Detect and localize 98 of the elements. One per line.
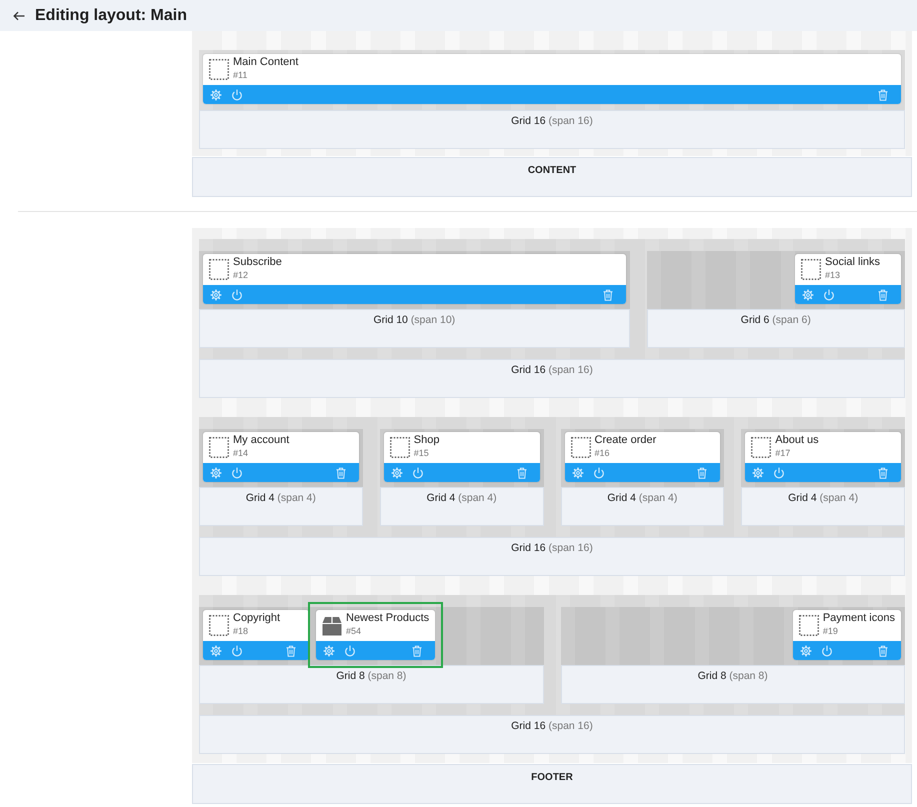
block-card[interactable]: Copyright #18: [203, 610, 309, 660]
dotted-square-icon: [209, 615, 229, 636]
block-card[interactable]: Main Content #11: [203, 54, 901, 104]
block-name: My account: [233, 434, 290, 447]
grid-span: (span 8): [729, 670, 768, 682]
trash-icon[interactable]: [877, 88, 889, 100]
settings-icon[interactable]: [210, 466, 222, 478]
dotted-square-icon: [798, 615, 819, 636]
dotted-square-icon: [801, 259, 821, 280]
trash-icon[interactable]: [877, 288, 889, 300]
block-number: #16: [594, 447, 610, 459]
settings-icon[interactable]: [210, 644, 222, 656]
grid-span: (span 8): [368, 670, 406, 682]
block-number: #15: [414, 447, 429, 459]
block-name: Main Content: [233, 56, 298, 69]
block-name: Subscribe: [233, 256, 282, 269]
power-icon[interactable]: [823, 288, 835, 300]
section-title: FOOTER: [531, 772, 573, 783]
block-card[interactable]: Newest Products #54: [316, 610, 436, 660]
grid-span: (span 16): [548, 115, 593, 127]
box-icon: [322, 615, 342, 636]
dotted-square-icon: [209, 59, 229, 80]
power-icon[interactable]: [231, 466, 243, 478]
power-icon[interactable]: [344, 644, 356, 656]
settings-icon[interactable]: [210, 288, 222, 300]
grid-name: Grid 16: [511, 115, 546, 127]
grid-span: (span 6): [772, 314, 811, 326]
settings-icon[interactable]: [390, 466, 403, 478]
power-icon[interactable]: [231, 288, 243, 300]
trash-icon[interactable]: [877, 644, 889, 656]
block-number: #12: [233, 269, 248, 281]
block-number: #17: [775, 447, 790, 459]
grid-name: Grid 16: [511, 720, 546, 732]
back-icon[interactable]: [13, 10, 25, 20]
block-name: About us: [775, 434, 819, 447]
settings-icon[interactable]: [800, 644, 812, 656]
block-card[interactable]: About us #17: [745, 432, 901, 482]
power-icon[interactable]: [773, 466, 786, 478]
grid-name: Grid 4: [426, 492, 456, 504]
block-number: #54: [346, 625, 362, 637]
block-card[interactable]: Shop #15: [384, 432, 540, 482]
grid-span: (span 16): [548, 542, 593, 554]
block-number: #19: [822, 625, 838, 637]
grid-name: Grid 6: [740, 314, 770, 326]
grid-span: (span 16): [548, 720, 593, 732]
power-icon[interactable]: [592, 466, 604, 478]
grid-name: Grid 8: [698, 670, 726, 682]
power-icon[interactable]: [231, 644, 243, 656]
power-icon[interactable]: [412, 466, 424, 478]
section-title: CONTENT: [528, 165, 576, 176]
block-card[interactable]: Social links #13: [795, 254, 901, 304]
trash-icon[interactable]: [516, 466, 528, 478]
block-number: #11: [233, 69, 248, 81]
power-icon[interactable]: [820, 644, 833, 656]
trash-icon[interactable]: [411, 644, 424, 656]
grid-name: Grid 4: [246, 492, 274, 504]
grid-name: Grid 10: [373, 314, 408, 326]
block-card[interactable]: My account #14: [203, 432, 359, 482]
page-title: Editing layout: Main: [35, 6, 187, 26]
power-icon[interactable]: [231, 88, 243, 100]
block-card[interactable]: Payment icons #19: [792, 610, 901, 660]
block-name: Copyright: [233, 612, 280, 625]
grid-span: (span 16): [548, 364, 593, 376]
grid-span: (span 4): [638, 492, 678, 504]
block-card[interactable]: Subscribe #12: [203, 254, 626, 304]
settings-icon[interactable]: [210, 88, 222, 100]
grid-span: (span 10): [410, 314, 456, 326]
grid-span: (span 4): [458, 492, 497, 504]
grid-name: Grid 8: [336, 670, 365, 682]
trash-icon[interactable]: [334, 466, 347, 478]
settings-icon[interactable]: [802, 288, 814, 300]
settings-icon[interactable]: [752, 466, 764, 478]
dotted-square-icon: [390, 437, 410, 458]
grid-name: Grid 16: [511, 542, 546, 554]
grid-name: Grid 16: [511, 364, 546, 376]
trash-icon[interactable]: [602, 288, 614, 300]
block-card[interactable]: Create order #16: [564, 432, 720, 482]
block-name: Create order: [594, 434, 656, 447]
grid-name: Grid 4: [788, 492, 817, 504]
grid-name: Grid 4: [607, 492, 636, 504]
grid-span: (span 4): [820, 492, 858, 504]
block-name: Shop: [414, 434, 440, 447]
block-name: Social links: [825, 256, 880, 269]
trash-icon[interactable]: [877, 466, 889, 478]
block-number: #13: [825, 269, 840, 281]
block-number: #14: [233, 447, 248, 459]
block-name: Payment icons: [822, 612, 895, 625]
settings-icon[interactable]: [572, 466, 584, 478]
grid-span: (span 4): [277, 492, 316, 504]
dotted-square-icon: [751, 437, 772, 458]
block-number: #18: [233, 625, 248, 637]
dotted-square-icon: [209, 437, 229, 458]
dotted-square-icon: [570, 437, 590, 458]
settings-icon[interactable]: [323, 644, 335, 656]
trash-icon[interactable]: [285, 644, 297, 656]
trash-icon[interactable]: [696, 466, 708, 478]
block-name: Newest Products: [346, 612, 430, 625]
dotted-square-icon: [209, 259, 229, 280]
